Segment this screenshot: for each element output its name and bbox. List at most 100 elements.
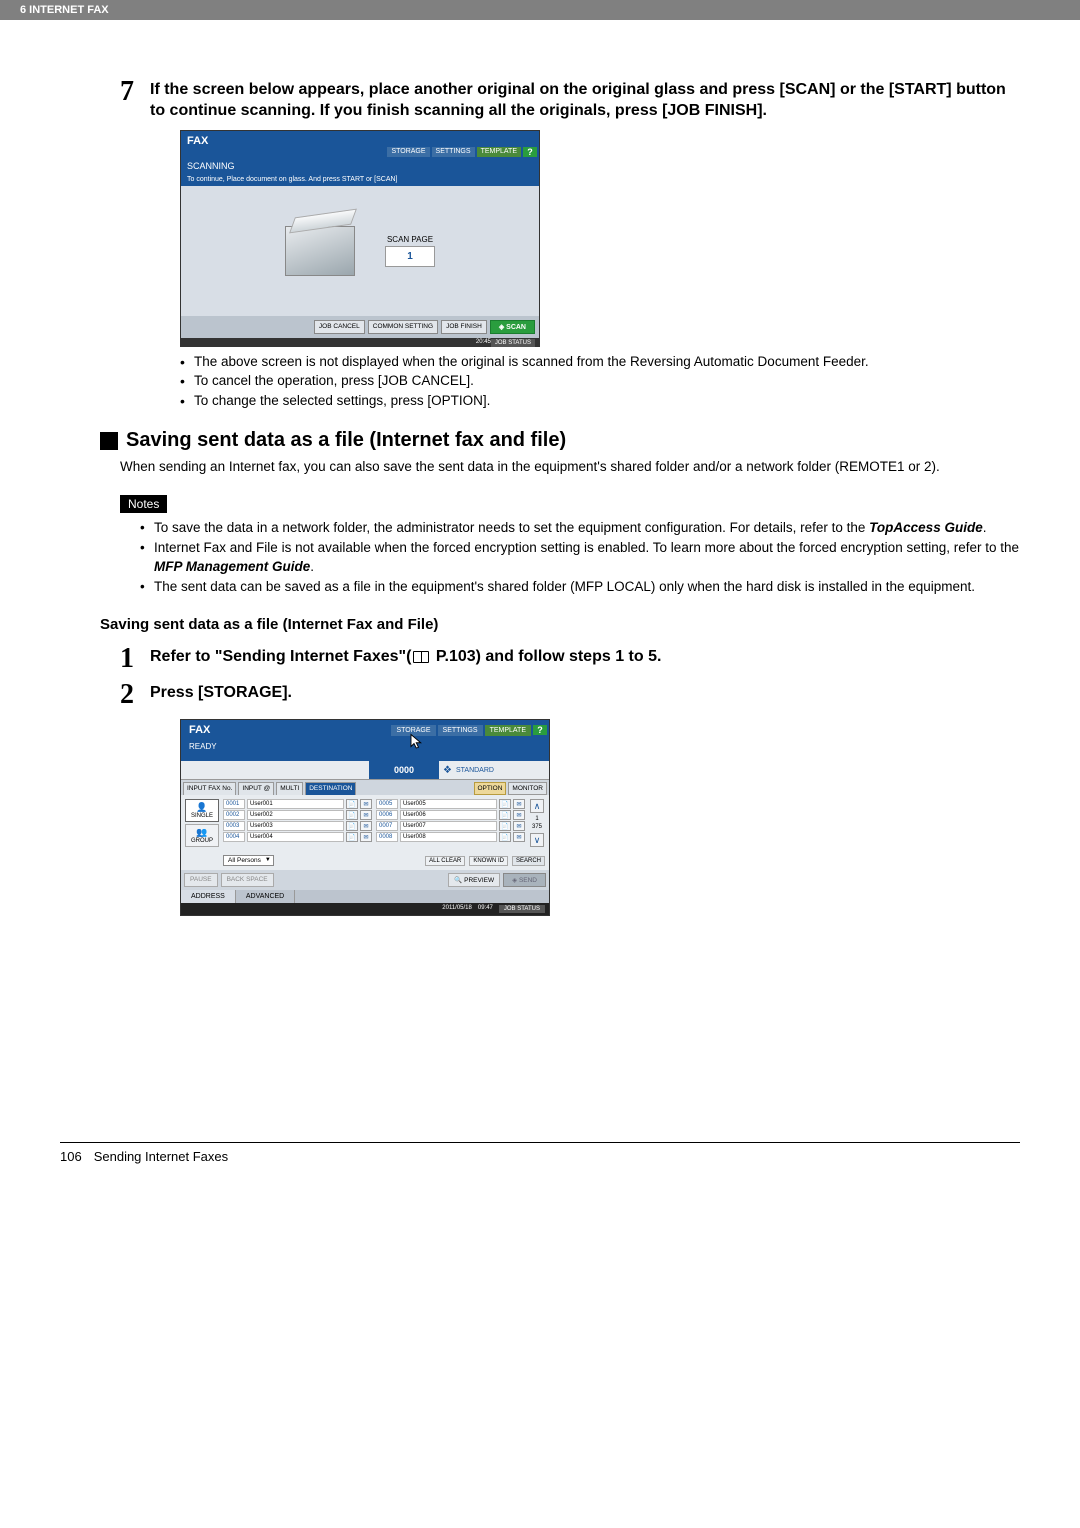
single-tab[interactable]: 👤SINGLE [185, 799, 219, 822]
step-1-text: Refer to "Sending Internet Faxes"( P.103… [150, 647, 1020, 675]
address-name: User008 [400, 832, 497, 842]
scr1-help-icon[interactable]: ? [523, 147, 537, 157]
group-tab[interactable]: 👥GROUP [185, 824, 219, 847]
note-item: The sent data can be saved as a file in … [140, 578, 1020, 596]
scr1-scanning-label: SCANNING [181, 159, 539, 173]
scanpage-label: SCAN PAGE [385, 235, 435, 244]
preview-button[interactable]: 🔍 PREVIEW [448, 873, 500, 887]
fax-icon[interactable]: 📄 [499, 821, 511, 831]
scr1-header: FAX [181, 131, 539, 147]
sc2-function-tabs: INPUT FAX No. INPUT @ MULTI DESTINATION … [181, 780, 549, 795]
notes-list: To save the data in a network folder, th… [140, 519, 1020, 596]
address-row[interactable]: 0006User006📄✉ [376, 810, 525, 820]
search-button[interactable]: SEARCH [512, 856, 545, 866]
address-id: 0004 [223, 832, 245, 842]
mail-icon[interactable]: ✉ [513, 821, 525, 831]
address-row[interactable]: 0008User008📄✉ [376, 832, 525, 842]
sc2-side-tabs: 👤SINGLE 👥GROUP [185, 799, 219, 847]
destination-tab[interactable]: DESTINATION [305, 782, 356, 795]
address-row[interactable]: 0001User001📄✉ [223, 799, 372, 809]
sc2-settings-tab[interactable]: SETTINGS [438, 725, 483, 736]
address-id: 0006 [376, 810, 398, 820]
section-title: Saving sent data as a file (Internet fax… [126, 429, 566, 452]
common-setting-button[interactable]: COMMON SETTING [368, 320, 438, 334]
job-cancel-button[interactable]: JOB CANCEL [314, 320, 365, 334]
address-row[interactable]: 0003User003📄✉ [223, 821, 372, 831]
backspace-button[interactable]: BACK SPACE [221, 873, 274, 887]
sc2-statusbar: 2011/05/18 09:47 JOB STATUS [181, 903, 549, 915]
mail-icon[interactable]: ✉ [513, 799, 525, 809]
page-header: 6 INTERNET FAX [0, 0, 1080, 20]
address-name: User004 [247, 832, 344, 842]
fax-icon[interactable]: 📄 [346, 799, 358, 809]
address-row[interactable]: 0005User005📄✉ [376, 799, 525, 809]
section-paragraph: When sending an Internet fax, you can al… [120, 458, 1020, 477]
address-id: 0005 [376, 799, 398, 809]
fax-icon[interactable]: 📄 [346, 832, 358, 842]
scan-button[interactable]: ◈ SCAN [490, 320, 535, 334]
fax-icon[interactable]: 📄 [346, 821, 358, 831]
mail-icon[interactable]: ✉ [360, 810, 372, 820]
bullet-item: To cancel the operation, press [JOB CANC… [180, 372, 1020, 390]
address-row[interactable]: 0004User004📄✉ [223, 832, 372, 842]
sc2-footer-buttons: PAUSE BACK SPACE 🔍 PREVIEW ◈ SEND [181, 870, 549, 890]
page-footer: 106 Sending Internet Faxes [60, 1142, 1020, 1164]
mail-icon[interactable]: ✉ [360, 821, 372, 831]
address-name: User003 [247, 821, 344, 831]
note-item: To save the data in a network folder, th… [140, 519, 1020, 537]
scr1-message: To continue, Place document on glass. An… [181, 173, 539, 186]
allclear-button[interactable]: ALL CLEAR [425, 856, 465, 866]
scr1-footer: JOB CANCEL COMMON SETTING JOB FINISH ◈ S… [181, 316, 539, 338]
footer-title: Sending Internet Faxes [94, 1149, 228, 1164]
scanpage-value: 1 [385, 246, 435, 267]
bullet-item: To change the selected settings, press [… [180, 392, 1020, 410]
sc2-jobstatus-button[interactable]: JOB STATUS [499, 905, 545, 913]
inputfax-tab[interactable]: INPUT FAX No. [183, 782, 236, 795]
inputat-tab[interactable]: INPUT @ [238, 782, 274, 795]
step-2-block: 2 Press [STORAGE]. [60, 683, 1020, 711]
address-tab[interactable]: ADDRESS [181, 890, 236, 903]
scr1-jobstatus-button[interactable]: JOB STATUS [491, 339, 535, 347]
address-id: 0007 [376, 821, 398, 831]
sc2-date: 2011/05/18 [442, 905, 472, 913]
address-name: User006 [400, 810, 497, 820]
allpersons-dropdown[interactable]: All Persons [223, 855, 274, 866]
address-row[interactable]: 0002User002📄✉ [223, 810, 372, 820]
subheading: Saving sent data as a file (Internet Fax… [100, 616, 1020, 633]
sc2-info-strip: 0000 ❖ STANDARD [181, 761, 549, 780]
job-finish-button[interactable]: JOB FINISH [441, 320, 487, 334]
address-id: 0003 [223, 821, 245, 831]
scr1-settings-tab[interactable]: SETTINGS [432, 147, 475, 157]
mail-icon[interactable]: ✉ [513, 832, 525, 842]
monitor-button[interactable]: MONITOR [508, 782, 547, 795]
pause-button[interactable]: PAUSE [184, 873, 218, 887]
scroll-down-button[interactable]: ∨ [530, 833, 544, 847]
multi-tab[interactable]: MULTI [276, 782, 303, 795]
send-button[interactable]: ◈ SEND [503, 873, 546, 887]
step-7-number: 7 [120, 76, 150, 122]
fax-icon[interactable]: 📄 [499, 832, 511, 842]
address-list-right: 0005User005📄✉0006User006📄✉0007User007📄✉0… [376, 799, 525, 847]
sc2-template-tab[interactable]: TEMPLATE [485, 725, 531, 736]
fax-icon[interactable]: 📄 [499, 810, 511, 820]
sc2-help-icon[interactable]: ? [533, 725, 547, 735]
scr1-storage-tab[interactable]: STORAGE [387, 147, 429, 157]
sc2-storage-tab[interactable]: STORAGE [391, 725, 435, 736]
section-heading: Saving sent data as a file (Internet fax… [100, 429, 1020, 452]
notes-label: Notes [120, 495, 167, 513]
fax-icon[interactable]: 📄 [346, 810, 358, 820]
option-button[interactable]: OPTION [474, 782, 507, 795]
scanner-icon [285, 226, 355, 276]
cursor-icon [409, 733, 425, 751]
mail-icon[interactable]: ✉ [360, 832, 372, 842]
sc2-header: FAX STORAGE SETTINGS TEMPLATE ? READY [181, 720, 549, 761]
advanced-tab[interactable]: ADVANCED [236, 890, 295, 903]
sc2-time: 09:47 [478, 905, 493, 913]
address-row[interactable]: 0007User007📄✉ [376, 821, 525, 831]
knownid-button[interactable]: KNOWN ID [469, 856, 508, 866]
scr1-template-tab[interactable]: TEMPLATE [477, 147, 521, 157]
mail-icon[interactable]: ✉ [513, 810, 525, 820]
fax-icon[interactable]: 📄 [499, 799, 511, 809]
mail-icon[interactable]: ✉ [360, 799, 372, 809]
scroll-up-button[interactable]: ∧ [530, 799, 544, 813]
